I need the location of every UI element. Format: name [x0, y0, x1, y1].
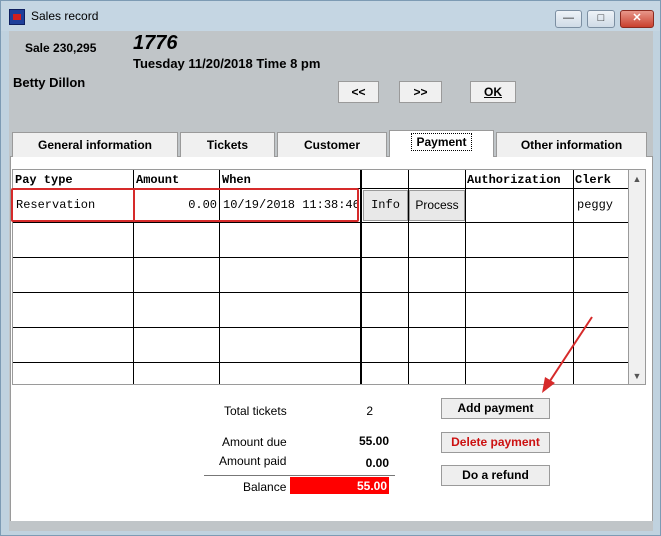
tab-payment-label: Payment	[411, 133, 472, 151]
grid-line	[13, 292, 628, 293]
title-bar: Sales record — □ ✕	[1, 1, 660, 31]
total-tickets-label: Total tickets	[224, 404, 287, 418]
grid-line	[13, 222, 628, 223]
balance-value: 55.00	[356, 479, 387, 493]
window-title: Sales record	[31, 9, 99, 23]
tab-other-information[interactable]: Other information	[496, 132, 647, 157]
scroll-down-icon[interactable]: ▼	[629, 368, 645, 384]
totals-divider	[204, 475, 395, 476]
grid-line	[465, 170, 466, 384]
do-a-refund-button[interactable]: Do a refund	[441, 465, 550, 486]
previous-record-button[interactable]: <<	[338, 81, 379, 103]
delete-payment-button[interactable]: Delete payment	[441, 432, 550, 453]
row-clerk[interactable]: peggy	[577, 198, 613, 212]
sale-id: 1776	[133, 32, 178, 54]
info-button[interactable]: Info	[363, 190, 408, 221]
balance-label: Balance	[243, 480, 287, 494]
amount-due-value: 55.00	[358, 434, 389, 448]
header-amount: Amount	[136, 173, 180, 187]
minimize-button[interactable]: —	[555, 10, 582, 28]
process-button[interactable]: Process	[409, 190, 465, 221]
grid-line	[13, 257, 628, 258]
tab-customer[interactable]: Customer	[277, 132, 387, 157]
header-when: When	[222, 173, 251, 187]
header-clerk: Clerk	[575, 173, 612, 187]
tab-payment[interactable]: Payment	[389, 130, 494, 157]
grid-scrollbar[interactable]: ▲ ▼	[629, 169, 646, 385]
maximize-button[interactable]: □	[587, 10, 615, 28]
close-button[interactable]: ✕	[620, 10, 654, 28]
grid-line	[360, 170, 362, 384]
header-pay-type: Pay type	[15, 173, 73, 187]
next-record-button[interactable]: >>	[399, 81, 442, 103]
amount-paid-value: 0.00	[365, 456, 389, 470]
customer-name: Betty Dillon	[13, 75, 86, 90]
add-payment-button[interactable]: Add payment	[441, 398, 550, 419]
annotation-box-amount-when	[133, 188, 359, 222]
total-tickets-value: 2	[366, 404, 373, 418]
ok-button[interactable]: OK	[470, 81, 516, 103]
tab-tickets[interactable]: Tickets	[180, 132, 275, 157]
sales-record-window: Sales record — □ ✕ Sale 230,295 1776 Tue…	[0, 0, 661, 536]
amount-due-label: Amount due	[222, 435, 287, 449]
app-icon	[9, 9, 25, 25]
sale-datetime: Tuesday 11/20/2018 Time 8 pm	[133, 56, 321, 71]
amount-paid-label: Amount paid	[219, 454, 287, 468]
tab-general-information[interactable]: General information	[12, 132, 178, 157]
sale-number: Sale 230,295	[25, 41, 97, 55]
scroll-up-icon[interactable]: ▲	[629, 171, 645, 187]
header-authorization: Authorization	[467, 173, 561, 187]
annotation-box-pay-type	[11, 188, 135, 222]
annotation-arrow-icon	[542, 316, 593, 393]
